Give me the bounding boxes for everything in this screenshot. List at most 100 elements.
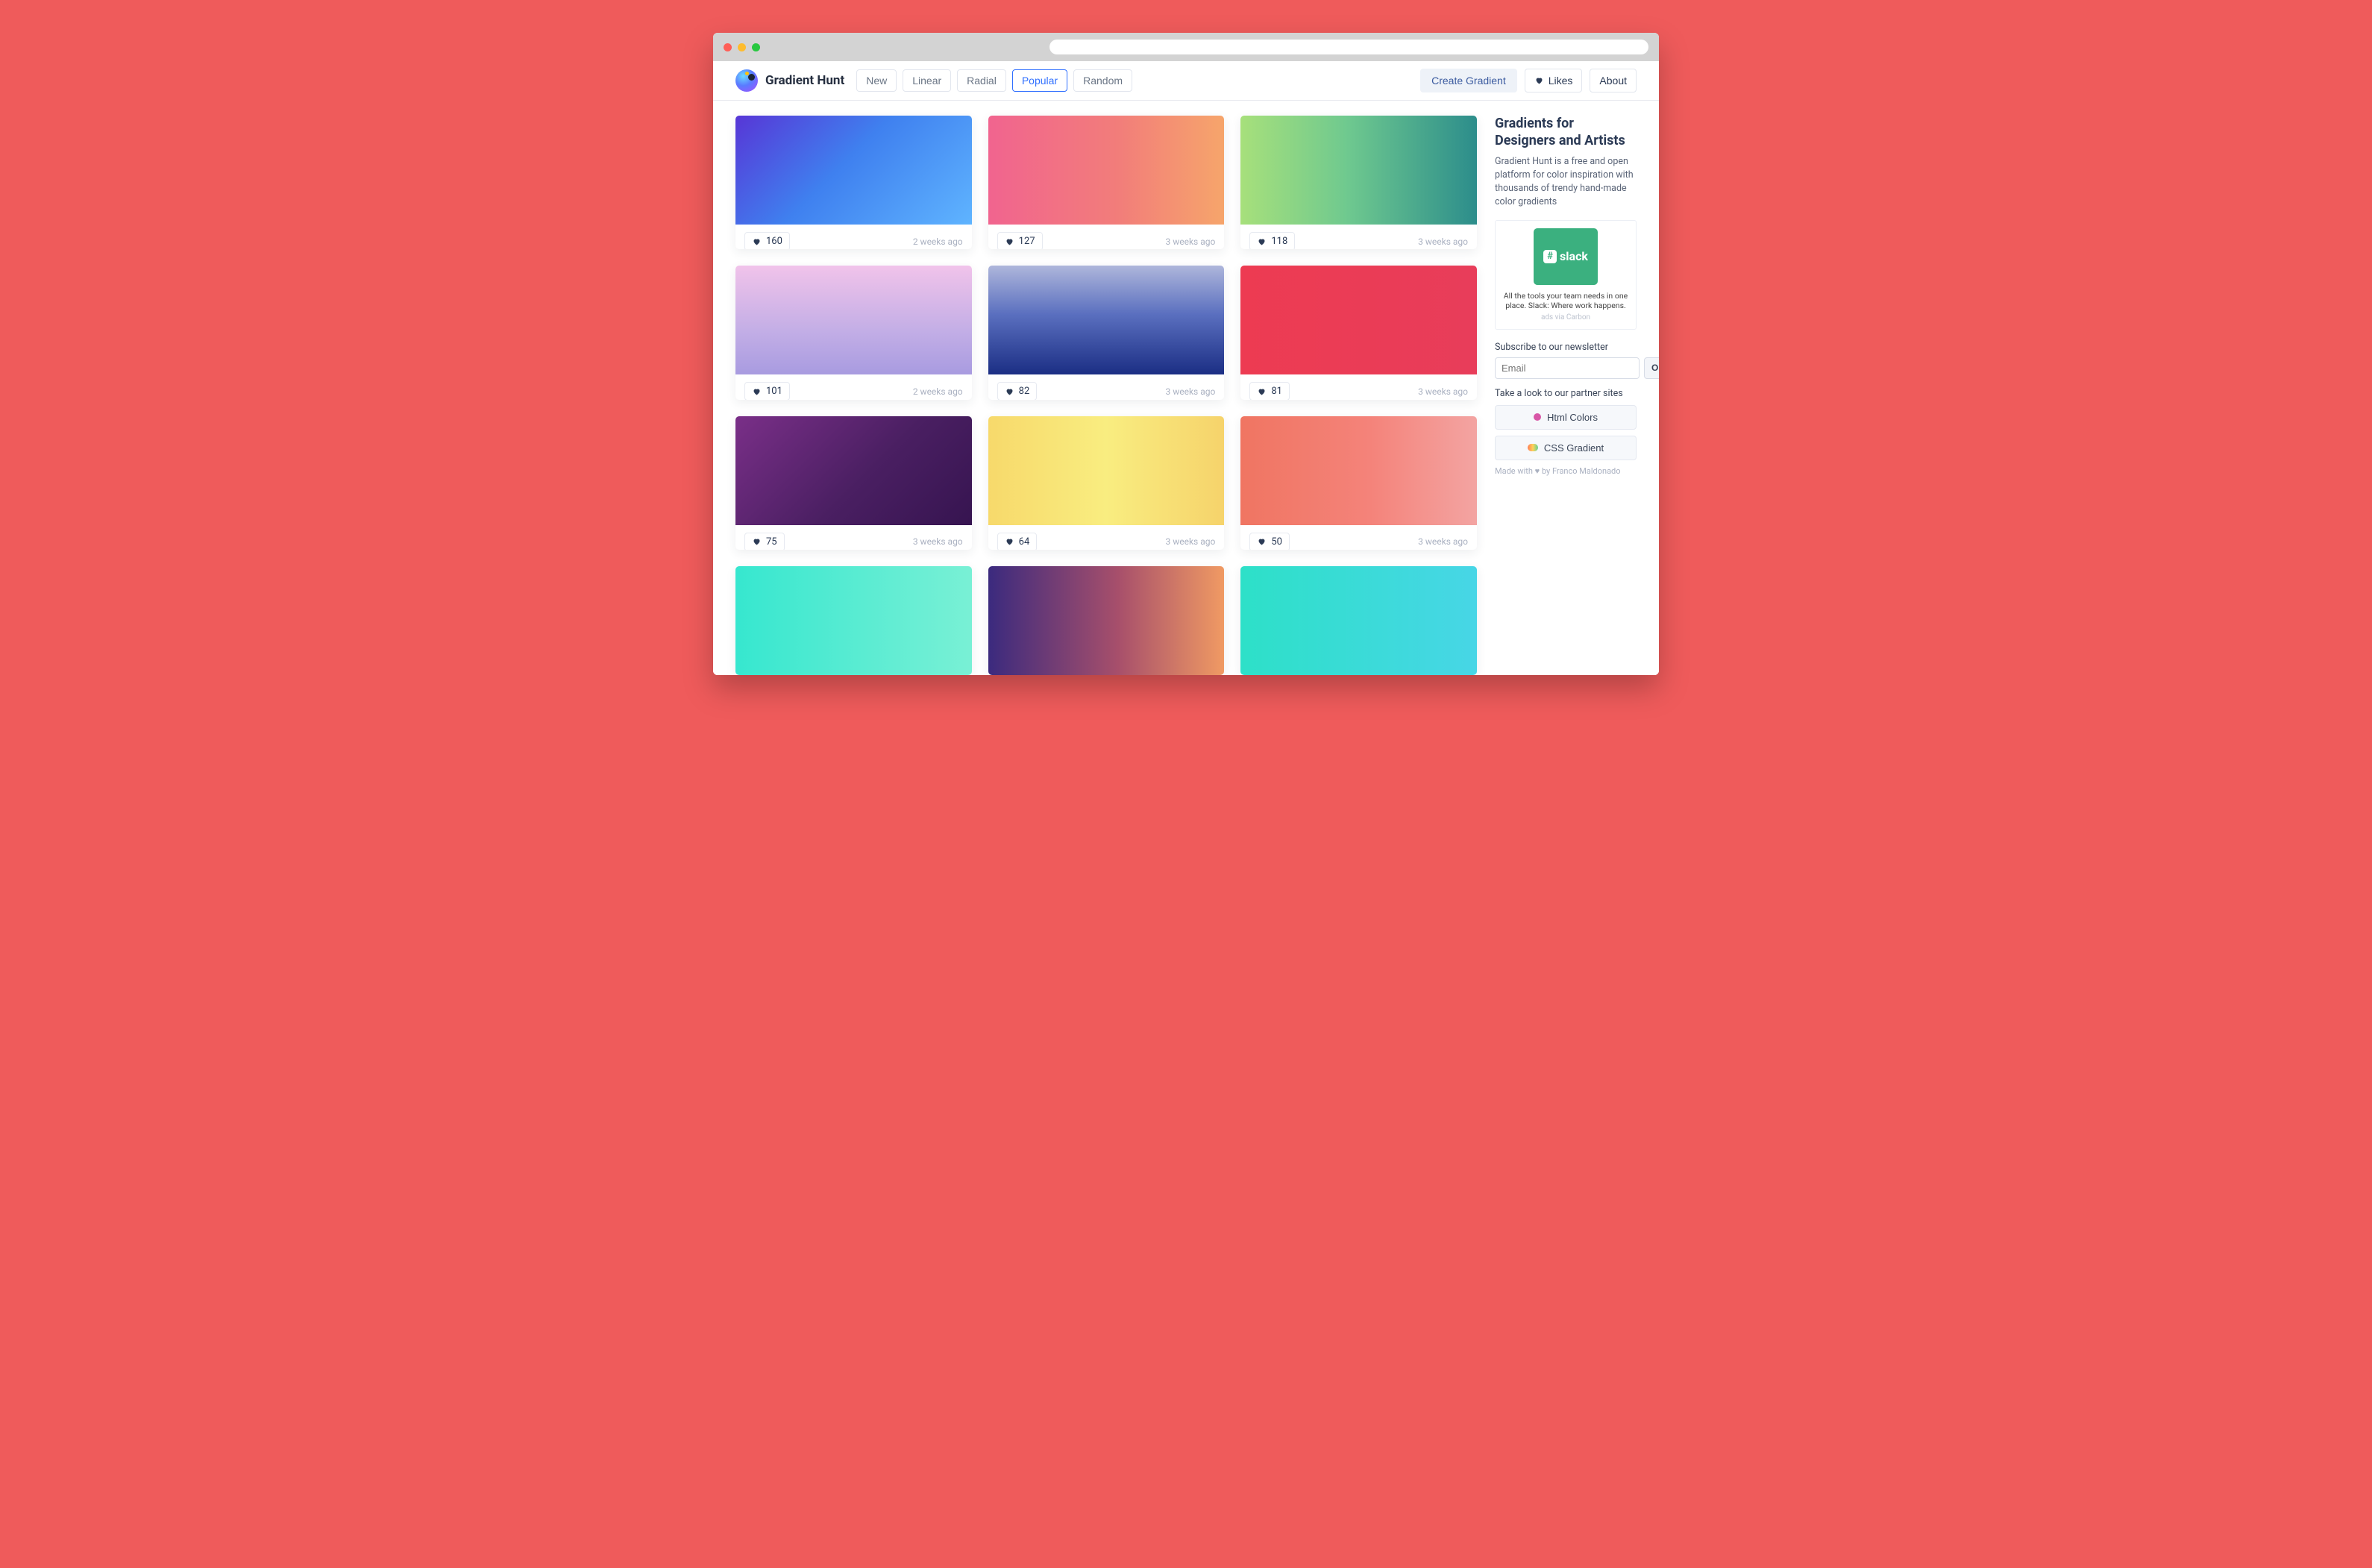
gradient-swatch[interactable] xyxy=(1240,116,1477,225)
heart-icon xyxy=(1257,237,1267,246)
gradient-card[interactable]: 127 3 weeks ago xyxy=(988,116,1225,249)
gradient-swatch[interactable] xyxy=(735,416,972,525)
likes-button[interactable]: Likes xyxy=(1525,69,1583,92)
like-count: 50 xyxy=(1271,536,1282,548)
window-chrome xyxy=(713,33,1659,61)
time-label: 3 weeks ago xyxy=(913,536,963,547)
like-button[interactable]: 75 xyxy=(744,533,785,550)
sidebar-title: Gradients for Designers and Artists xyxy=(1495,116,1637,149)
sidebar: Gradients for Designers and Artists Grad… xyxy=(1495,116,1637,675)
heart-icon xyxy=(1534,76,1544,85)
nav-tab-radial[interactable]: Radial xyxy=(957,69,1006,92)
time-label: 3 weeks ago xyxy=(1166,236,1216,247)
gradient-card[interactable]: 101 2 weeks ago xyxy=(735,266,972,399)
gradient-card[interactable] xyxy=(735,566,972,675)
gradient-swatch[interactable] xyxy=(1240,266,1477,374)
like-count: 160 xyxy=(766,236,782,247)
time-label: 2 weeks ago xyxy=(913,236,963,247)
about-button[interactable]: About xyxy=(1590,69,1637,92)
heart-icon xyxy=(752,237,762,246)
card-footer: 643 weeks ago xyxy=(988,525,1225,550)
heart-icon xyxy=(1257,387,1267,396)
like-count: 118 xyxy=(1271,236,1287,247)
nav-tab-new[interactable]: New xyxy=(856,69,897,92)
subscribe-label: Subscribe to our newsletter xyxy=(1495,342,1637,353)
like-count: 81 xyxy=(1271,386,1282,397)
gradient-card[interactable]: 82 3 weeks ago xyxy=(988,266,1225,399)
like-button[interactable]: 101 xyxy=(744,382,790,399)
time-label: 2 weeks ago xyxy=(913,386,963,397)
like-count: 82 xyxy=(1019,386,1030,397)
gradient-swatch[interactable] xyxy=(735,266,972,374)
like-count: 127 xyxy=(1019,236,1035,247)
email-field[interactable] xyxy=(1495,357,1640,379)
ad-logo-icon: #slack xyxy=(1534,228,1598,285)
like-button[interactable]: 118 xyxy=(1249,232,1295,249)
gradient-card[interactable]: 160 2 weeks ago xyxy=(735,116,972,249)
credit-line: Made with ♥ by Franco Maldonado xyxy=(1495,466,1637,476)
brand-logo-icon xyxy=(735,69,758,92)
heart-icon xyxy=(752,537,762,546)
like-button[interactable]: 127 xyxy=(997,232,1043,249)
gradient-card[interactable] xyxy=(1240,566,1477,675)
gradient-card[interactable]: 50 3 weeks ago xyxy=(1240,416,1477,550)
gradient-swatch[interactable] xyxy=(1240,566,1477,675)
gradient-card[interactable]: 75 3 weeks ago xyxy=(735,416,972,550)
gradient-swatch[interactable] xyxy=(735,566,972,675)
card-footer: 101 2 weeks ago xyxy=(735,374,972,399)
site-header: Gradient Hunt New Linear Radial Popular Rand… xyxy=(713,61,1659,101)
like-button[interactable]: 64 xyxy=(997,533,1038,550)
nav-tab-popular[interactable]: Popular xyxy=(1012,69,1067,92)
gradient-swatch[interactable] xyxy=(1240,416,1477,525)
nav-tab-random[interactable]: Random xyxy=(1073,69,1132,92)
card-footer: 118 3 weeks ago xyxy=(1240,225,1477,249)
brand-name: Gradient Hunt xyxy=(765,73,844,88)
gradient-grid: 160 2 weeks ago 127 3 weeks ago 118 3 weeks a… xyxy=(735,116,1477,675)
heart-icon xyxy=(1005,387,1014,396)
like-count: 101 xyxy=(766,386,782,397)
partner-label: Take a look to our partner sites xyxy=(1495,388,1637,399)
gradient-swatch[interactable] xyxy=(988,566,1225,675)
like-button[interactable]: 82 xyxy=(997,382,1038,399)
window-minimize-icon[interactable] xyxy=(738,43,746,51)
like-button[interactable]: 50 xyxy=(1249,533,1290,550)
brand[interactable]: Gradient Hunt xyxy=(735,69,844,92)
ad-attribution: ads via Carbon xyxy=(1503,313,1628,322)
gradient-card[interactable]: 81 3 weeks ago xyxy=(1240,266,1477,399)
subscribe-button[interactable]: Ok xyxy=(1644,357,1659,379)
window-close-icon[interactable] xyxy=(724,43,732,51)
likes-label: Likes xyxy=(1549,75,1573,87)
time-label: 3 weeks ago xyxy=(1418,386,1468,397)
partner-css-gradient[interactable]: CSS Gradient xyxy=(1495,436,1637,460)
heart-icon xyxy=(1257,537,1267,546)
dot-icon xyxy=(1534,413,1541,421)
partner-html-colors[interactable]: Html Colors xyxy=(1495,405,1637,430)
gradient-swatch[interactable] xyxy=(988,266,1225,374)
sidebar-description: Gradient Hunt is a free and open platfor… xyxy=(1495,155,1637,210)
gradient-card[interactable] xyxy=(988,566,1225,675)
time-label: 3 weeks ago xyxy=(1418,236,1468,247)
gradient-swatch[interactable] xyxy=(988,416,1225,525)
time-label: 3 weeks ago xyxy=(1418,536,1468,547)
heart-icon xyxy=(1005,237,1014,246)
heart-icon xyxy=(752,387,762,396)
gradient-swatch[interactable] xyxy=(735,116,972,225)
card-footer: 127 3 weeks ago xyxy=(988,225,1225,249)
url-bar[interactable] xyxy=(1049,40,1648,54)
create-gradient-button[interactable]: Create Gradient xyxy=(1420,69,1517,92)
ad-text: All the tools your team needs in one pla… xyxy=(1503,291,1628,311)
ad-card[interactable]: #slack All the tools your team needs in … xyxy=(1495,220,1637,330)
time-label: 3 weeks ago xyxy=(1166,386,1216,397)
gradient-swatch[interactable] xyxy=(988,116,1225,225)
subscribe-form: Ok xyxy=(1495,357,1637,379)
gradient-card[interactable]: 118 3 weeks ago xyxy=(1240,116,1477,249)
like-count: 75 xyxy=(766,536,777,548)
like-button[interactable]: 160 xyxy=(744,232,790,249)
nav-tab-linear[interactable]: Linear xyxy=(903,69,951,92)
gradient-card[interactable]: 643 weeks ago xyxy=(988,416,1225,550)
gradient-dot-icon xyxy=(1528,444,1538,451)
card-footer: 75 3 weeks ago xyxy=(735,525,972,550)
like-button[interactable]: 81 xyxy=(1249,382,1290,399)
nav-tabs: New Linear Radial Popular Random xyxy=(856,69,1132,92)
window-zoom-icon[interactable] xyxy=(752,43,760,51)
